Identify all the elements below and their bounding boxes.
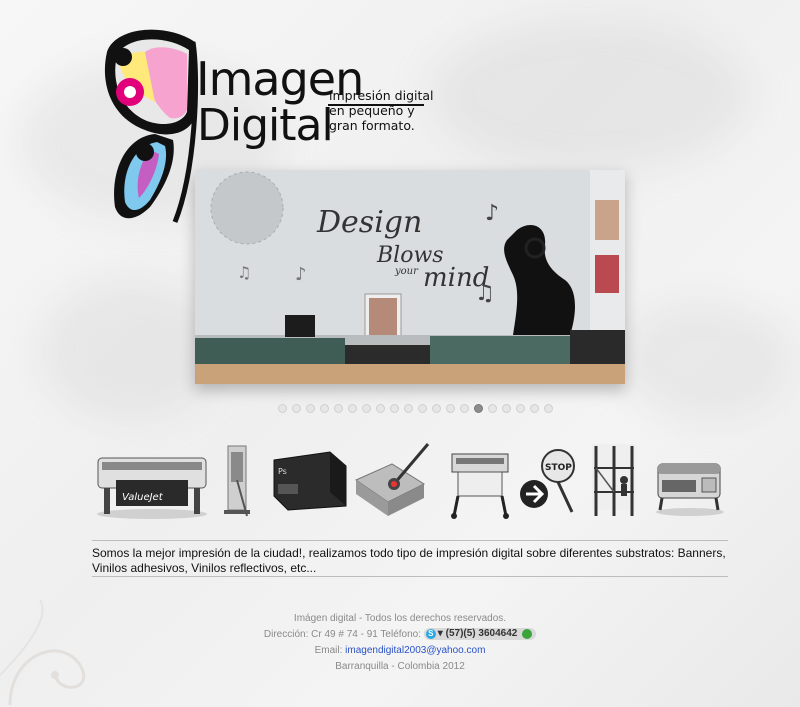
tagline-line-1: impresión digital — [329, 88, 434, 103]
slideshow-dot[interactable] — [446, 404, 455, 413]
slideshow-dot[interactable] — [460, 404, 469, 413]
divider-bottom — [92, 576, 728, 577]
svg-text:♫: ♫ — [475, 281, 495, 306]
footer-email-link[interactable]: imagendigital2003@yahoo.com — [345, 645, 485, 656]
slideshow-dot[interactable] — [530, 404, 539, 413]
svg-text:♪: ♪ — [485, 201, 499, 226]
footer-contact-line: Dirección: Cr 49 # 74 - 91 Teléfono: S ▾ … — [0, 627, 800, 643]
background-splash — [430, 20, 750, 170]
slideshow-dot[interactable] — [362, 404, 371, 413]
thumb-label-valuejet: ValueJet — [122, 492, 164, 503]
slideshow-dot[interactable] — [432, 404, 441, 413]
scaffold-icon — [592, 444, 636, 516]
skype-phone-widget[interactable]: S ▾ (57)(5) 3604642 — [423, 628, 537, 641]
thumb-plotter[interactable] — [444, 440, 514, 520]
company-description: Somos la mejor impresión de la ciudad!, … — [92, 546, 726, 575]
slideshow-dot[interactable] — [292, 404, 301, 413]
slideshow-dot[interactable] — [334, 404, 343, 413]
footer-city: Barranquilla - Colombia 2012 — [335, 661, 465, 672]
stop-sign-icon: STOP — [520, 449, 575, 513]
tagline-underline — [328, 104, 424, 106]
slideshow-dot[interactable] — [516, 404, 525, 413]
footer: Imágen digital - Todos los derechos rese… — [0, 611, 800, 675]
office-scene: Design Blows your mind ♪ ♫ ♫ ♪ — [195, 170, 625, 384]
thumb-label-stop: STOP — [545, 463, 572, 473]
footer-email-label: Email: — [314, 645, 343, 656]
skype-dropdown-icon: ▾ — [437, 628, 443, 640]
slideshow-dot[interactable] — [418, 404, 427, 413]
thumb-laminator[interactable] — [652, 440, 728, 520]
butterfly-icon — [104, 29, 199, 223]
roll-up-banner-icon — [224, 445, 250, 517]
wall-text-your: your — [394, 266, 419, 277]
slideshow-dot[interactable] — [306, 404, 315, 413]
svg-text:♪: ♪ — [295, 264, 307, 285]
footer-email-line: Email: imagendigital2003@yahoo.com — [0, 643, 800, 659]
thumb-vinyl-cutter[interactable] — [352, 440, 434, 520]
thumb-label-ps: Ps — [278, 467, 287, 476]
slideshow-dot[interactable] — [544, 404, 553, 413]
wall-text-design: Design — [316, 205, 422, 240]
skype-icon: S — [425, 629, 436, 640]
divider-top — [92, 540, 728, 541]
slideshow-dot[interactable] — [320, 404, 329, 413]
slideshow-dot[interactable] — [390, 404, 399, 413]
slideshow-dot[interactable] — [502, 404, 511, 413]
footer-address: Dirección: Cr 49 # 74 - 91 Teléfono: — [263, 629, 422, 640]
slideshow-dot[interactable] — [376, 404, 385, 413]
thumb-roll-up-banner[interactable] — [212, 440, 262, 520]
thumb-scaffold-install[interactable] — [584, 440, 644, 520]
slideshow-dot[interactable] — [404, 404, 413, 413]
background-splash — [40, 280, 220, 420]
logo-word-digital: Digital — [197, 100, 334, 151]
thumb-large-format-printer[interactable]: ValueJet — [92, 440, 212, 520]
slideshow-dot[interactable] — [348, 404, 357, 413]
slideshow-dot[interactable] — [474, 404, 483, 413]
laminator-icon — [656, 463, 724, 516]
slideshow-image[interactable]: Design Blows your mind ♪ ♫ ♫ ♪ — [195, 170, 625, 384]
background-splash — [620, 300, 790, 420]
footer-rights: Imágen digital - Todos los derechos rese… — [293, 613, 507, 624]
phone-call-icon — [522, 629, 533, 640]
svg-text:♫: ♫ — [237, 263, 251, 282]
slideshow-pagination — [278, 404, 553, 413]
service-thumbnails: ValueJet Ps STOP — [92, 440, 732, 520]
logo-tagline: impresión digital en pequeño y gran form… — [329, 88, 459, 133]
slideshow-dot[interactable] — [278, 404, 287, 413]
thumb-stop-sign[interactable]: STOP — [512, 440, 582, 520]
printer-icon: ValueJet — [97, 457, 207, 519]
footer-phone: (57)(5) 3604642 — [445, 628, 518, 640]
sign-board-icon: Ps — [273, 451, 347, 511]
vinyl-cutter-icon — [354, 443, 430, 516]
thumb-sign-board[interactable]: Ps — [268, 440, 350, 520]
tagline-line-3: gran formato. — [329, 118, 415, 133]
slideshow-dot[interactable] — [488, 404, 497, 413]
plotter-icon — [451, 453, 509, 519]
